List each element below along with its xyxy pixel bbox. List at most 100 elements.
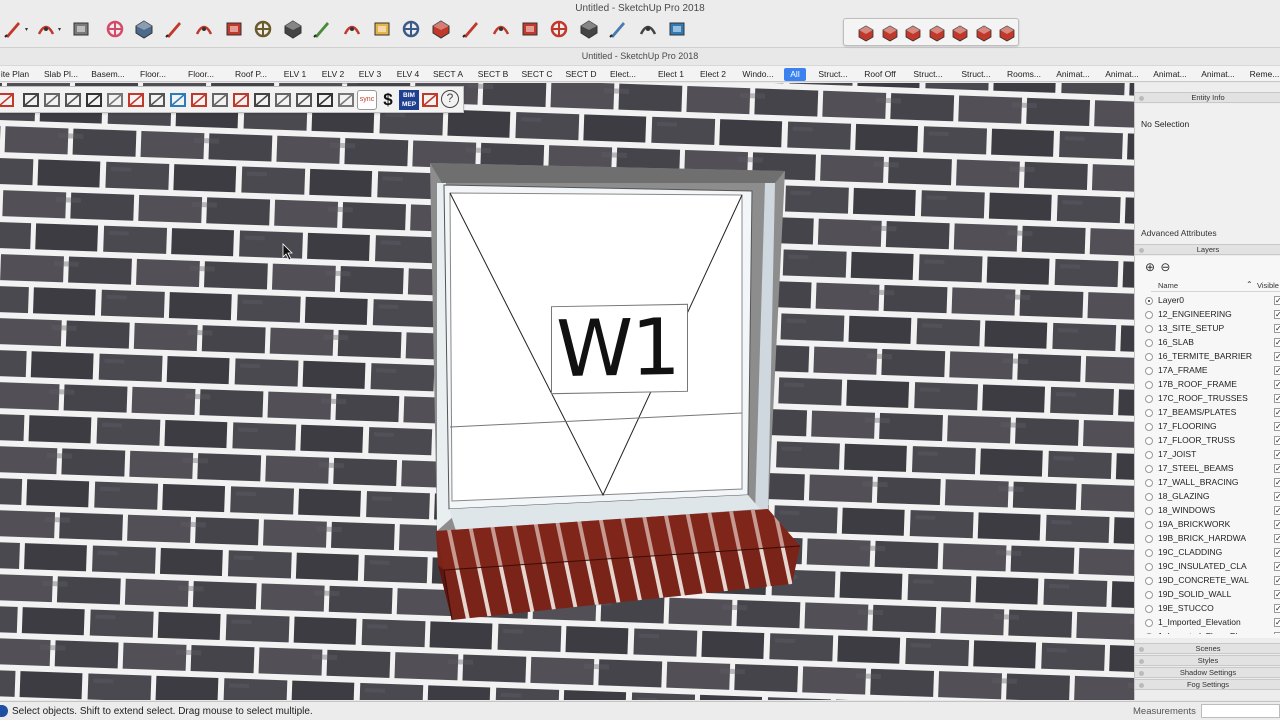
layer-name[interactable]: 17_FLOORING: [1158, 421, 1270, 431]
layer-row[interactable]: 16_TERMITE_BARRIER ✓: [1135, 350, 1280, 364]
active-layer-radio[interactable]: [1145, 507, 1153, 515]
scene-tab[interactable]: Floor...: [138, 68, 168, 81]
window-tag-label[interactable]: W1: [551, 303, 688, 395]
tray-header-fog-settings[interactable]: Fog Settings: [1135, 679, 1280, 690]
active-layer-radio[interactable]: [1145, 353, 1153, 361]
slab-tool-icon[interactable]: [42, 90, 62, 110]
layer-visible-checkbox[interactable]: ✓: [1274, 338, 1280, 347]
layer-name[interactable]: 17B_ROOF_FRAME: [1158, 379, 1270, 389]
measurements-input[interactable]: [1201, 704, 1280, 718]
scene-tab[interactable]: ELV 4: [395, 68, 421, 81]
active-layer-radio[interactable]: [1145, 437, 1153, 445]
active-layer-radio[interactable]: [1145, 465, 1153, 473]
layer-row[interactable]: 13_SITE_SETUP ✓: [1135, 322, 1280, 336]
layer-visible-checkbox[interactable]: ✓: [1274, 590, 1280, 599]
active-layer-radio[interactable]: [1145, 451, 1153, 459]
active-layer-radio[interactable]: [1145, 605, 1153, 613]
zoom-extents-icon[interactable]: [430, 18, 452, 40]
layer-row[interactable]: 19B_BRICK_HARDWA ✓: [1135, 532, 1280, 546]
eraser-icon[interactable]: [104, 18, 126, 40]
layer-visible-checkbox[interactable]: ✓: [1274, 408, 1280, 417]
layer-visible-checkbox[interactable]: ✓: [1274, 450, 1280, 459]
active-layer-radio[interactable]: [1145, 577, 1153, 585]
layer-name[interactable]: 17_JOIST: [1158, 449, 1270, 459]
text-icon[interactable]: [282, 18, 304, 40]
tape-measure-icon[interactable]: [252, 18, 274, 40]
settings-tool-icon[interactable]: [273, 90, 293, 110]
layer-visible-checkbox[interactable]: ✓: [1274, 366, 1280, 375]
scene-tab[interactable]: Roof Off: [863, 68, 897, 81]
scene-tab[interactable]: ELV 2: [320, 68, 346, 81]
active-layer-radio[interactable]: [1145, 633, 1153, 634]
orbit-icon[interactable]: [311, 18, 333, 40]
solid-split-icon[interactable]: [950, 23, 970, 43]
solid-union-icon[interactable]: [856, 23, 876, 43]
tray-header-styles[interactable]: Styles: [1135, 655, 1280, 666]
crosshair-icon[interactable]: [578, 18, 600, 40]
layer-name[interactable]: 18_WINDOWS: [1158, 505, 1270, 515]
layer-row[interactable]: 18_WINDOWS ✓: [1135, 504, 1280, 518]
window-tool-icon[interactable]: [84, 90, 104, 110]
layer-row[interactable]: 1_Imported_Elevation ✓: [1135, 616, 1280, 630]
layer-name[interactable]: 19D_SOLID_WALL: [1158, 589, 1270, 599]
layer-name[interactable]: 17C_ROOF_TRUSSES: [1158, 393, 1270, 403]
scene-tab[interactable]: Slab Pl...: [42, 68, 80, 81]
tray-header-scenes[interactable]: Scenes: [1135, 643, 1280, 654]
scene-tab[interactable]: Windo...: [740, 68, 776, 81]
layer-name[interactable]: 17_STEEL_BEAMS: [1158, 463, 1270, 473]
layer-row[interactable]: 19D_CONCRETE_WAL ✓: [1135, 574, 1280, 588]
door-tool-icon[interactable]: [63, 90, 83, 110]
layer-row[interactable]: 17_BEAMS/PLATES ✓: [1135, 406, 1280, 420]
solid-trim-icon[interactable]: [927, 23, 947, 43]
layer-visible-checkbox[interactable]: ✓: [1274, 632, 1280, 634]
opening-tool-icon[interactable]: [105, 90, 125, 110]
layer-row[interactable]: Layer0 ✓: [1135, 294, 1280, 308]
layer-name[interactable]: 17_FLOOR_TRUSS: [1158, 435, 1270, 445]
layer-row[interactable]: 17_FLOOR_TRUSS ✓: [1135, 434, 1280, 448]
model-viewport[interactable]: W1: [0, 83, 1134, 700]
cost-tool-icon[interactable]: $: [378, 90, 398, 110]
solid-subtract-icon[interactable]: [880, 23, 900, 43]
column-tool-icon[interactable]: [126, 90, 146, 110]
scene-tab[interactable]: All: [784, 68, 806, 81]
layer-visible-checkbox[interactable]: ✓: [1274, 562, 1280, 571]
active-layer-radio[interactable]: [1145, 409, 1153, 417]
layer-row[interactable]: 17_STEEL_BEAMS ✓: [1135, 462, 1280, 476]
layer-name[interactable]: 19A_BRICKWORK: [1158, 519, 1270, 529]
wall-tool-icon[interactable]: [0, 90, 16, 110]
warehouse-icon[interactable]: [490, 18, 512, 40]
layer-row[interactable]: 18_GLAZING ✓: [1135, 490, 1280, 504]
layer-name[interactable]: 16_TERMITE_BARRIER: [1158, 351, 1270, 361]
solid-outer-icon[interactable]: [974, 23, 994, 43]
layer-visible-checkbox[interactable]: ✓: [1274, 296, 1280, 305]
layer-name[interactable]: 18_GLAZING: [1158, 491, 1270, 501]
layer-name[interactable]: 19B_BRICK_HARDWA: [1158, 533, 1270, 543]
layer-visible-checkbox[interactable]: ✓: [1274, 534, 1280, 543]
ruby-icon[interactable]: [548, 18, 570, 40]
active-layer-radio[interactable]: [1145, 549, 1153, 557]
active-layer-radio[interactable]: [1145, 619, 1153, 627]
layer-name[interactable]: 17_BEAMS/PLATES: [1158, 407, 1270, 417]
active-layer-radio[interactable]: [1145, 325, 1153, 333]
layer-visible-checkbox[interactable]: ✓: [1274, 394, 1280, 403]
scene-tab[interactable]: ELV 3: [357, 68, 383, 81]
layer-visible-checkbox[interactable]: ✓: [1274, 324, 1280, 333]
tray-header-shadow-settings[interactable]: Shadow Settings: [1135, 667, 1280, 678]
hexagon-tool-icon[interactable]: [189, 90, 209, 110]
scene-tab[interactable]: Rooms...: [1006, 68, 1042, 81]
scene-tab[interactable]: Floor...: [186, 68, 216, 81]
arc-icon[interactable]: [35, 18, 57, 40]
layer-name[interactable]: 1_Imported_Floor_Plan: [1158, 631, 1270, 634]
visible-column-header[interactable]: Visible: [1257, 281, 1279, 290]
active-layer-radio[interactable]: [1145, 479, 1153, 487]
layer-row[interactable]: 19A_BRICKWORK ✓: [1135, 518, 1280, 532]
scene-tab[interactable]: Elect...: [608, 68, 638, 81]
layer-row[interactable]: 17A_FRAME ✓: [1135, 364, 1280, 378]
active-layer-radio[interactable]: [1145, 423, 1153, 431]
scene-tab[interactable]: SECT A: [431, 68, 465, 81]
rectangle-icon[interactable]: [70, 18, 92, 40]
solid-shell-icon[interactable]: [997, 23, 1017, 43]
active-layer-radio[interactable]: [1145, 311, 1153, 319]
active-layer-radio[interactable]: [1145, 535, 1153, 543]
scene-tab[interactable]: SECT C: [520, 68, 554, 81]
